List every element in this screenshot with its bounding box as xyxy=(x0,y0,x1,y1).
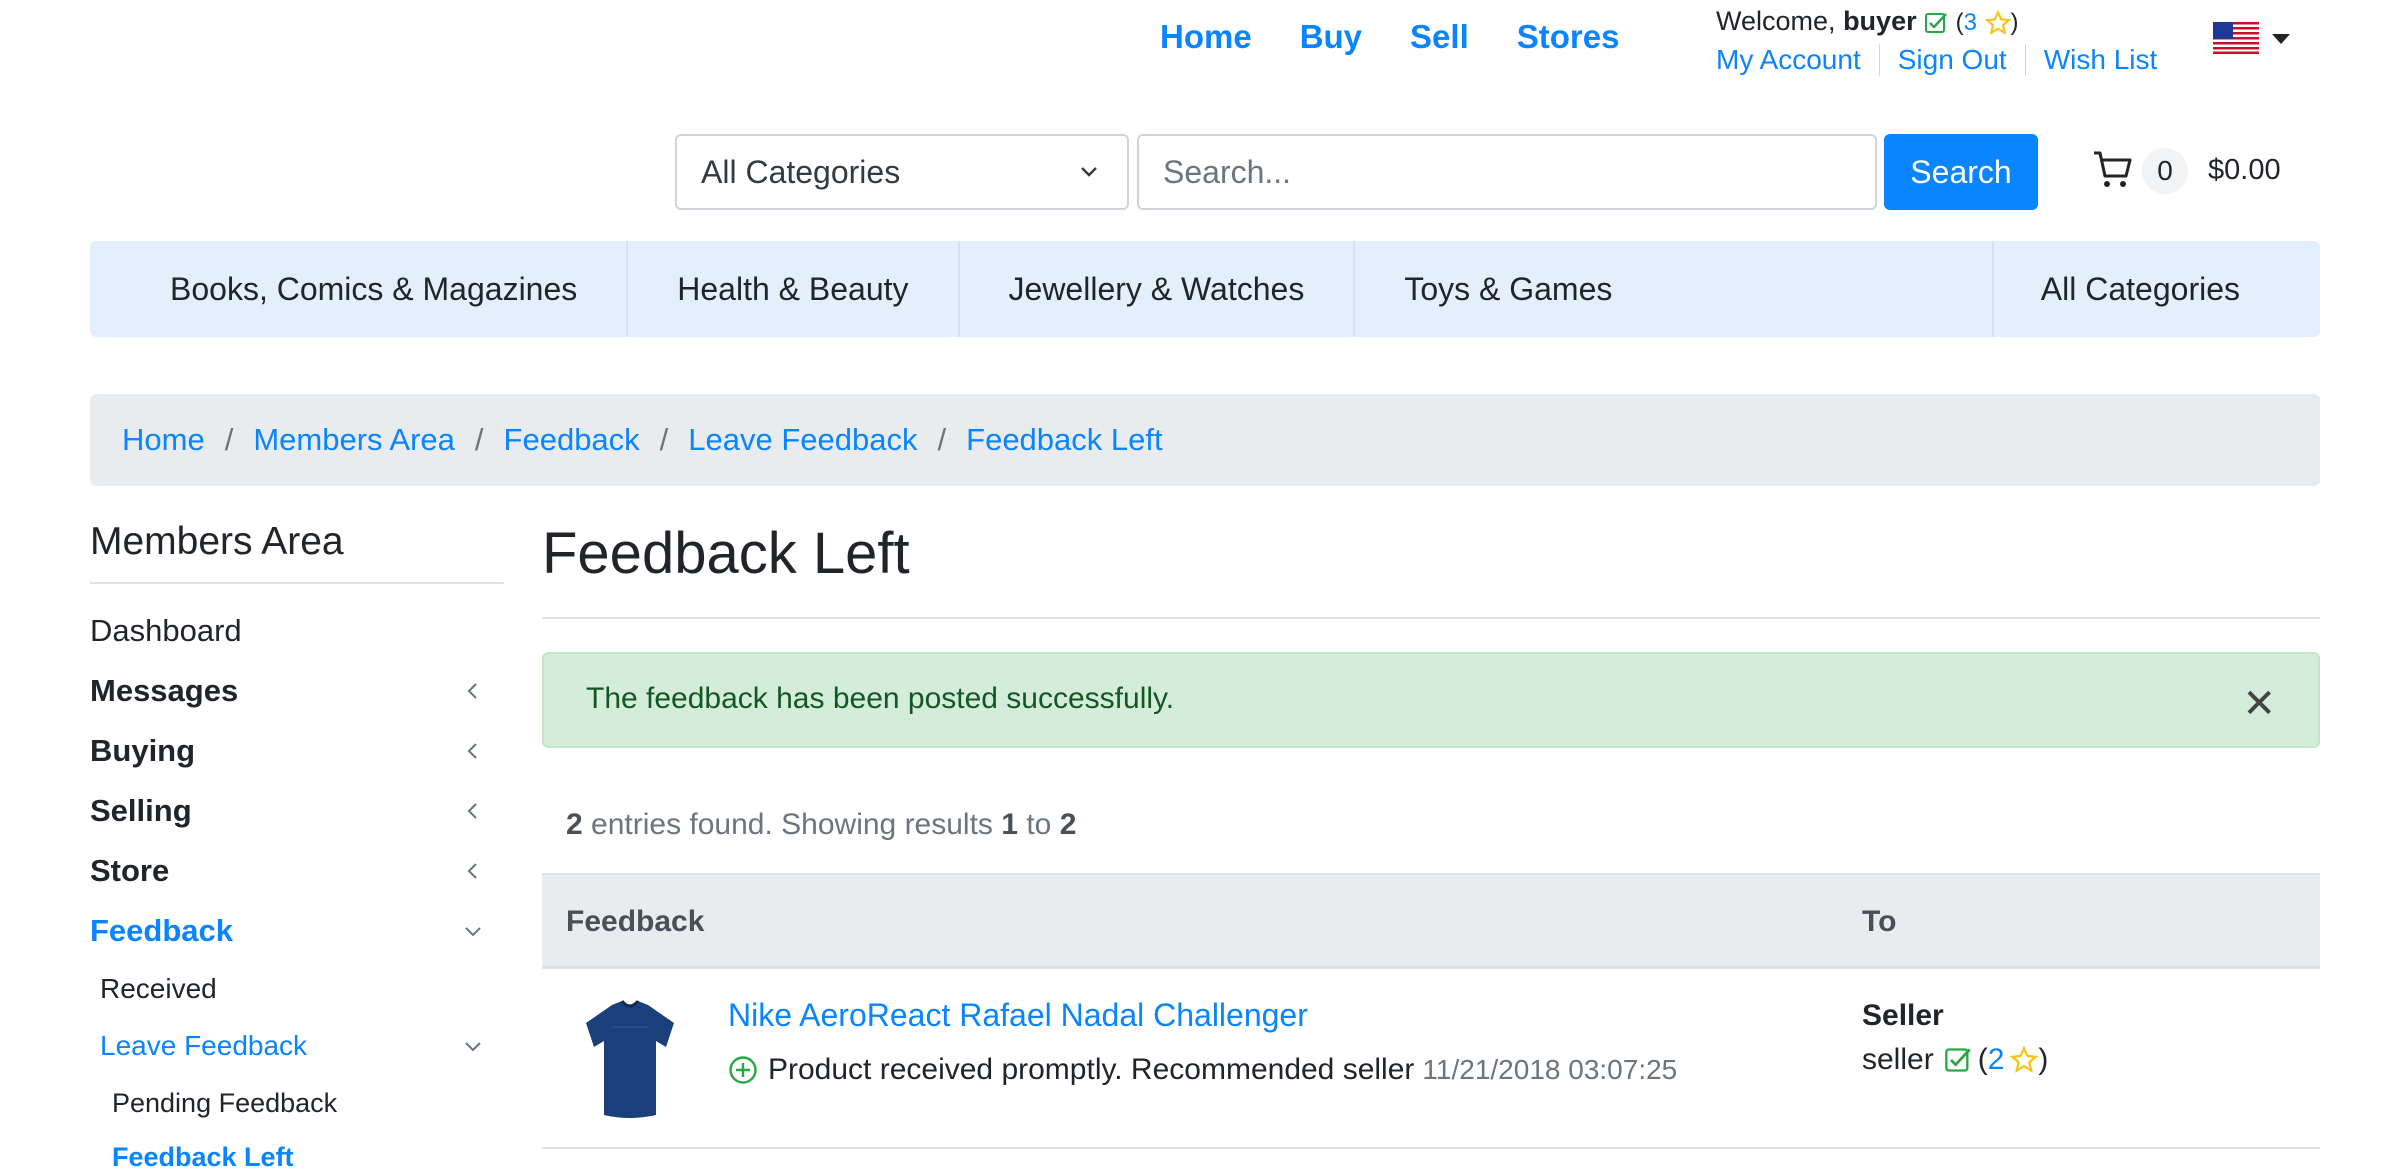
seller-rating-link[interactable]: 2 xyxy=(1988,1043,2005,1077)
sidebar-item-label: Dashboard xyxy=(90,613,242,648)
column-header-to: To xyxy=(1862,905,1897,938)
top-nav-home[interactable]: Home xyxy=(1160,18,1252,56)
breadcrumb-separator: / xyxy=(937,422,947,457)
chevron-left-icon xyxy=(467,863,477,879)
close-icon[interactable]: ✕ xyxy=(2242,684,2276,724)
star-icon xyxy=(2010,1046,2039,1073)
page-title: Feedback Left xyxy=(542,521,910,586)
category-bar: Books, Comics & Magazines Health & Beaut… xyxy=(90,241,2320,337)
wish-list-link[interactable]: Wish List xyxy=(2024,44,2176,76)
category-bar-spacer xyxy=(1661,241,1994,337)
to-role: Seller xyxy=(1862,999,1944,1032)
breadcrumb-leave-feedback[interactable]: Leave Feedback xyxy=(688,422,917,458)
chevron-left-icon xyxy=(467,803,477,819)
chevron-down-icon xyxy=(465,1042,481,1052)
sidebar-item-label: Store xyxy=(90,853,170,888)
top-nav-buy[interactable]: Buy xyxy=(1300,18,1362,56)
breadcrumb-feedback[interactable]: Feedback xyxy=(504,422,640,458)
column-header-feedback: Feedback xyxy=(566,905,705,938)
user-rating-link[interactable]: 3 xyxy=(1964,9,1977,36)
alert-message: The feedback has been posted successfull… xyxy=(586,682,1175,715)
results-to: 2 xyxy=(1059,808,1077,841)
tshirt-image[interactable] xyxy=(582,997,678,1121)
verified-check-icon xyxy=(1925,12,1947,33)
category-select-value: All Categories xyxy=(701,153,901,190)
my-account-link[interactable]: My Account xyxy=(1716,44,1879,76)
breadcrumb: Home / Members Area / Feedback / Leave F… xyxy=(90,394,2320,486)
welcome-message: Welcome, buyer (3 ) xyxy=(1716,6,2019,37)
sign-out-link[interactable]: Sign Out xyxy=(1878,44,2025,76)
sidebar-item-buying[interactable]: Buying xyxy=(90,733,496,769)
account-links: My Account Sign Out Wish List xyxy=(1716,44,2175,76)
feedback-date: 11/21/2018 03:07:25 xyxy=(1422,1054,1678,1085)
rating-open: ( xyxy=(1955,9,1964,36)
welcome-label: Welcome, xyxy=(1716,6,1836,36)
sidebar-title: Members Area xyxy=(90,520,344,563)
results-summary: 2 entries found. Showing results 1 to 2 xyxy=(566,808,1076,842)
positive-plus-icon xyxy=(729,1056,757,1084)
title-divider xyxy=(542,617,2320,619)
to-username: seller xyxy=(1862,1043,1934,1076)
category-all[interactable]: All Categories xyxy=(1994,241,2320,337)
category-select[interactable]: All Categories xyxy=(675,134,1129,210)
table-row: Nike AeroReact Rafael Nadal Challenger P… xyxy=(542,969,2320,1149)
sidebar-item-leave-feedback[interactable]: Leave Feedback xyxy=(100,1030,496,1062)
feedback-comment-text: Product received promptly. Recommended s… xyxy=(768,1053,1415,1086)
table-header: Feedback To xyxy=(542,873,2320,969)
chevron-down-icon xyxy=(1081,167,1097,177)
success-alert: The feedback has been posted successfull… xyxy=(542,652,2320,748)
item-title-link[interactable]: Nike AeroReact Rafael Nadal Challenger xyxy=(728,997,1308,1034)
sidebar-item-feedback[interactable]: Feedback xyxy=(90,913,496,949)
top-nav: Home Buy Sell Stores xyxy=(1160,18,1619,56)
results-to-word: to xyxy=(1026,808,1052,841)
category-jewellery-watches[interactable]: Jewellery & Watches xyxy=(960,241,1356,337)
sidebar-item-feedback-left[interactable]: Feedback Left xyxy=(112,1142,294,1171)
rating-close: ) xyxy=(2010,9,2019,36)
search-input[interactable] xyxy=(1137,134,1877,210)
breadcrumb-separator: / xyxy=(224,422,234,457)
sidebar-item-label: Feedback xyxy=(90,913,234,948)
cart-count-badge: 0 xyxy=(2142,148,2188,194)
cart-icon[interactable] xyxy=(2092,148,2134,190)
to-user: seller (2 ) xyxy=(1862,1043,2048,1077)
sidebar-item-messages[interactable]: Messages xyxy=(90,673,496,709)
breadcrumb-separator: / xyxy=(659,422,669,457)
category-health-beauty[interactable]: Health & Beauty xyxy=(628,241,960,337)
search-button[interactable]: Search xyxy=(1884,134,2038,210)
sidebar-item-selling[interactable]: Selling xyxy=(90,793,496,829)
chevron-left-icon xyxy=(467,683,477,699)
breadcrumb-members-area[interactable]: Members Area xyxy=(253,422,455,458)
sidebar-item-store[interactable]: Store xyxy=(90,853,496,889)
chevron-down-icon xyxy=(465,927,481,937)
category-books[interactable]: Books, Comics & Magazines xyxy=(90,241,629,337)
entries-count: 2 xyxy=(566,808,583,841)
sidebar-item-label: Selling xyxy=(90,793,192,828)
category-toys-games[interactable]: Toys & Games xyxy=(1355,241,1661,337)
top-nav-stores[interactable]: Stores xyxy=(1517,18,1620,56)
sidebar-item-pending-feedback[interactable]: Pending Feedback xyxy=(112,1088,337,1119)
results-from: 1 xyxy=(1001,808,1018,841)
language-dropdown-caret-icon[interactable] xyxy=(2272,34,2290,44)
chevron-left-icon xyxy=(467,743,477,759)
rating-open: ( xyxy=(1977,1043,1988,1076)
sidebar-item-received[interactable]: Received xyxy=(100,973,217,1005)
username: buyer xyxy=(1843,6,1917,36)
sidebar-item-label: Buying xyxy=(90,733,196,768)
breadcrumb-feedback-left[interactable]: Feedback Left xyxy=(966,422,1162,458)
breadcrumb-separator: / xyxy=(474,422,484,457)
entries-text: entries found. Showing results xyxy=(591,808,993,841)
rating-close: ) xyxy=(2038,1043,2049,1076)
us-flag-icon[interactable] xyxy=(2213,22,2259,54)
feedback-comment: Product received promptly. Recommended s… xyxy=(728,1053,1677,1087)
sidebar-item-dashboard[interactable]: Dashboard xyxy=(90,613,496,649)
sidebar-divider xyxy=(90,582,504,584)
sidebar-item-label: Messages xyxy=(90,673,239,708)
star-icon xyxy=(1984,9,2011,35)
verified-check-icon xyxy=(1944,1048,1971,1072)
breadcrumb-home[interactable]: Home xyxy=(122,422,205,458)
cart-total: $0.00 xyxy=(2208,154,2281,186)
top-nav-sell[interactable]: Sell xyxy=(1410,18,1469,56)
sidebar-item-label: Leave Feedback xyxy=(100,1030,308,1061)
